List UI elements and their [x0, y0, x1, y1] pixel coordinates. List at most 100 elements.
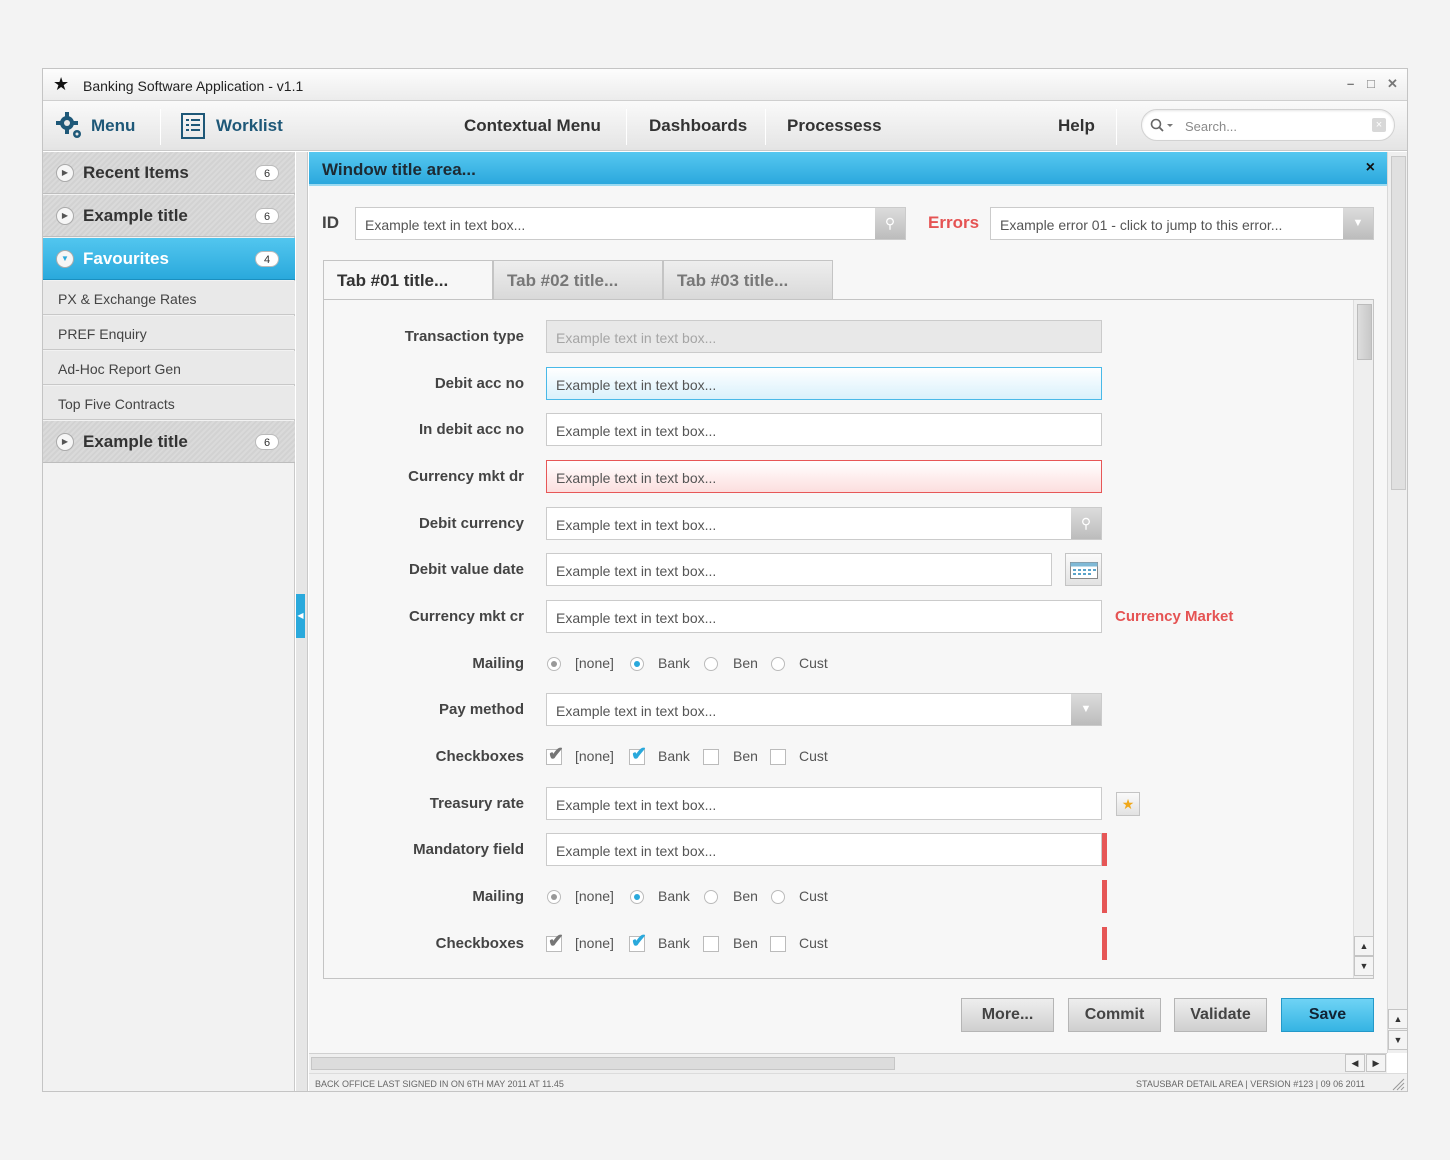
- mandatory-indicator: [1102, 880, 1107, 913]
- search-icon[interactable]: ⚲: [1071, 508, 1101, 539]
- pay-method-value: Example text in text box...: [556, 703, 717, 719]
- radio-bank[interactable]: [630, 657, 644, 671]
- debit-currency-input[interactable]: Example text in text box... ⚲: [546, 507, 1102, 540]
- scroll-up-icon[interactable]: ▲: [1388, 1009, 1407, 1029]
- sidebar-splitter[interactable]: ◀: [296, 152, 308, 1091]
- checkbox-bank[interactable]: ✔: [629, 744, 647, 765]
- star-icon[interactable]: ★: [1116, 792, 1140, 816]
- validate-button[interactable]: Validate: [1174, 998, 1267, 1032]
- panel-title-bar: Window title area... ×: [309, 152, 1387, 186]
- debit-value-date-input[interactable]: Example text in text box...: [546, 553, 1052, 586]
- scroll-up-icon[interactable]: ▲: [1354, 936, 1373, 956]
- menu-button[interactable]: Menu: [91, 116, 135, 136]
- search-placeholder: Search...: [1185, 119, 1238, 134]
- error-value: Example error 01 - click to jump to this…: [1000, 217, 1283, 233]
- chevron-down-icon[interactable]: ▼: [1071, 694, 1101, 725]
- radio-bank-label: Bank: [658, 655, 690, 671]
- in-debit-acc-no-input[interactable]: Example text in text box...: [546, 413, 1102, 446]
- search-icon: [1150, 118, 1173, 132]
- radio-ben-label: Ben: [733, 655, 758, 671]
- debit-acc-no-input[interactable]: Example text in text box...: [546, 367, 1102, 400]
- scroll-right-icon[interactable]: ▶: [1366, 1054, 1386, 1072]
- radio-none-label-2: [none]: [575, 888, 614, 904]
- sidebar-section-favourites[interactable]: ▼ Favourites 4: [43, 238, 295, 280]
- scroll-thumb[interactable]: [1391, 156, 1406, 490]
- sidebar-item-top-five-contracts[interactable]: Top Five Contracts: [43, 386, 295, 420]
- mandatory-indicator: [1102, 833, 1107, 866]
- nav-contextual-menu[interactable]: Contextual Menu: [464, 116, 601, 136]
- scroll-thumb[interactable]: [311, 1057, 895, 1070]
- checkbox-ben-2[interactable]: [703, 936, 719, 952]
- form-scrollbar[interactable]: ▲ ▼: [1353, 300, 1373, 978]
- nav-help[interactable]: Help: [1058, 116, 1095, 136]
- id-input[interactable]: Example text in text box... ⚲: [355, 207, 906, 240]
- close-panel-icon[interactable]: ×: [1366, 159, 1375, 177]
- window-title: Banking Software Application - v1.1: [83, 78, 304, 94]
- radio-none[interactable]: [547, 657, 561, 671]
- radio-ben-2[interactable]: [704, 890, 718, 904]
- nav-processess[interactable]: Processess: [787, 116, 882, 136]
- checkbox-bank-2[interactable]: ✔: [629, 931, 647, 952]
- sidebar-item-px-exchange-rates[interactable]: PX & Exchange Rates: [43, 281, 295, 315]
- scroll-down-icon[interactable]: ▼: [1354, 956, 1373, 976]
- scroll-thumb[interactable]: [1357, 304, 1372, 360]
- tab-02[interactable]: Tab #02 title...: [493, 260, 663, 300]
- maximize-button[interactable]: □: [1367, 76, 1375, 91]
- count-badge: 6: [255, 208, 279, 224]
- errors-dropdown[interactable]: Example error 01 - click to jump to this…: [990, 207, 1374, 240]
- tab-03[interactable]: Tab #03 title...: [663, 260, 833, 300]
- checkbox-cust-2[interactable]: [770, 936, 786, 952]
- scroll-left-icon[interactable]: ◀: [1345, 1054, 1365, 1072]
- checkbox-ben-label: Ben: [733, 748, 758, 764]
- commit-button[interactable]: Commit: [1068, 998, 1161, 1032]
- scroll-down-icon[interactable]: ▼: [1388, 1030, 1407, 1050]
- worklist-button[interactable]: Worklist: [216, 116, 283, 136]
- tab-01[interactable]: Tab #01 title...: [323, 260, 493, 301]
- clear-search-icon[interactable]: ×: [1372, 118, 1386, 132]
- search-icon[interactable]: ⚲: [875, 208, 905, 239]
- resize-grip-icon[interactable]: [1391, 1077, 1405, 1091]
- expand-arrow-icon: ▶: [56, 207, 74, 225]
- pay-method-select[interactable]: Example text in text box... ▼: [546, 693, 1102, 726]
- checkbox-none-2[interactable]: ✔: [546, 931, 564, 952]
- chevron-down-icon[interactable]: ▼: [1343, 208, 1373, 239]
- sidebar-item-ad-hoc-report-gen[interactable]: Ad-Hoc Report Gen: [43, 351, 295, 385]
- sidebar-section-example-title[interactable]: ▶ Example title 6: [43, 195, 295, 237]
- sidebar-section-recent-items[interactable]: ▶ Recent Items 6: [43, 152, 295, 194]
- calendar-button[interactable]: [1065, 553, 1102, 586]
- sidebar-item-pref-enquiry[interactable]: PREF Enquiry: [43, 316, 295, 350]
- search-input[interactable]: Search... ×: [1141, 109, 1395, 141]
- debit-currency-value: Example text in text box...: [556, 517, 717, 533]
- radio-none-2[interactable]: [547, 890, 561, 904]
- currency-market-error[interactable]: Currency Market: [1115, 608, 1233, 625]
- radio-bank-2[interactable]: [630, 890, 644, 904]
- currency-mkt-cr-input[interactable]: Example text in text box...: [546, 600, 1102, 633]
- more-button[interactable]: More...: [961, 998, 1054, 1032]
- treasury-rate-input[interactable]: Example text in text box...: [546, 787, 1102, 820]
- app-window: ★ Banking Software Application - v1.1 – …: [42, 68, 1408, 1092]
- count-badge: 6: [255, 434, 279, 450]
- save-button[interactable]: Save: [1281, 998, 1374, 1032]
- checkbox-bank-label: Bank: [658, 748, 690, 764]
- radio-cust[interactable]: [771, 657, 785, 671]
- status-bar: BACK OFFICE LAST SIGNED IN ON 6TH MAY 20…: [309, 1073, 1407, 1091]
- mandatory-field-input[interactable]: Example text in text box...: [546, 833, 1102, 866]
- main-nav: Menu Worklist Contextual Menu Dashboards…: [43, 101, 1407, 151]
- panel-scrollbar[interactable]: ▲ ▼: [1387, 152, 1407, 1053]
- section-label: Recent Items: [83, 163, 189, 182]
- sidebar-section-example-title-2[interactable]: ▶ Example title 6: [43, 421, 295, 463]
- collapse-sidebar-icon[interactable]: ◀: [296, 594, 305, 638]
- id-input-value: Example text in text box...: [365, 217, 526, 233]
- horizontal-scrollbar[interactable]: ◀ ▶: [309, 1053, 1387, 1073]
- id-label: ID: [322, 213, 339, 232]
- nav-dashboards[interactable]: Dashboards: [649, 116, 747, 136]
- checkbox-cust[interactable]: [770, 749, 786, 765]
- minimize-button[interactable]: –: [1347, 76, 1354, 91]
- currency-mkt-dr-input[interactable]: Example text in text box...: [546, 460, 1102, 493]
- close-button[interactable]: ✕: [1387, 76, 1398, 92]
- main-panel: Window title area... × ID Example text i…: [309, 152, 1387, 1091]
- radio-cust-2[interactable]: [771, 890, 785, 904]
- radio-ben[interactable]: [704, 657, 718, 671]
- checkbox-ben[interactable]: [703, 749, 719, 765]
- checkbox-none[interactable]: ✔: [546, 744, 564, 765]
